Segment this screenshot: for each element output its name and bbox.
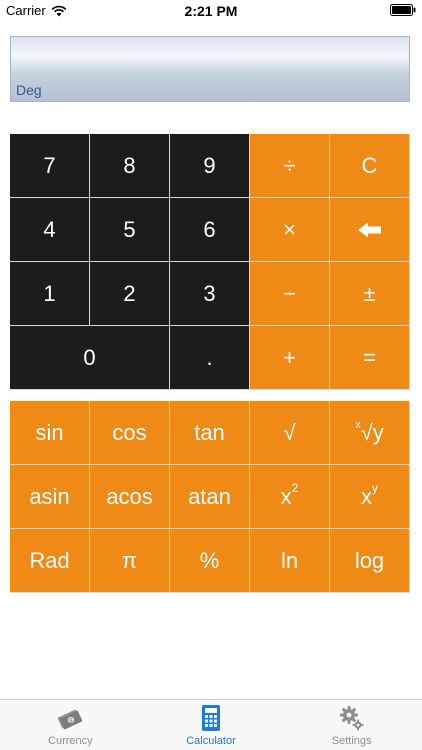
key-equals[interactable]: =: [330, 326, 410, 390]
key-atan[interactable]: atan: [170, 465, 250, 529]
key-clear[interactable]: C: [330, 134, 410, 198]
scientific-keypad: sin cos tan √ x √ y asin acos atan x2 xy R…: [10, 401, 412, 593]
key-ln[interactable]: ln: [250, 529, 330, 593]
key-5[interactable]: 5: [90, 198, 170, 262]
key-decimal[interactable]: .: [170, 326, 250, 390]
battery-full-icon: [390, 4, 416, 16]
key-3[interactable]: 3: [170, 262, 250, 326]
tab-calculator-label: Calculator: [186, 735, 236, 747]
square-base: x: [280, 483, 292, 509]
svg-text:$: $: [69, 717, 73, 724]
key-acos[interactable]: acos: [90, 465, 170, 529]
power-base: x: [361, 483, 372, 509]
key-multiply[interactable]: ×: [250, 198, 330, 262]
tab-settings-label: Settings: [331, 735, 372, 747]
tab-calculator[interactable]: Calculator: [141, 700, 282, 750]
currency-money-icon: $: [58, 709, 83, 730]
nth-root-index: x: [355, 418, 361, 431]
key-6[interactable]: 6: [170, 198, 250, 262]
key-log[interactable]: log: [330, 529, 410, 593]
key-rad-toggle[interactable]: Rad: [10, 529, 90, 593]
key-1[interactable]: 1: [10, 262, 90, 326]
power-exponent: y: [372, 480, 378, 495]
status-bar: Carrier 2:21 PM: [0, 0, 422, 22]
key-plus-minus[interactable]: ±: [330, 262, 410, 326]
key-9[interactable]: 9: [170, 134, 250, 198]
key-percent[interactable]: %: [170, 529, 250, 593]
gear-icon: [339, 706, 364, 731]
key-power[interactable]: xy: [330, 465, 410, 529]
key-4[interactable]: 4: [10, 198, 90, 262]
key-pi[interactable]: π: [90, 529, 170, 593]
status-time: 2:21 PM: [184, 3, 238, 19]
main-keypad: 7 8 9 ÷ C 4 5 6 × 1 2 3 − ± 0 . + =: [10, 134, 412, 390]
calculator-icon: [202, 705, 220, 731]
key-0[interactable]: 0: [10, 326, 170, 390]
key-8[interactable]: 8: [90, 134, 170, 198]
angle-mode-indicator: Deg: [16, 82, 42, 98]
tab-currency[interactable]: $ Currency: [0, 700, 141, 750]
key-square[interactable]: x2: [250, 465, 330, 529]
key-divide[interactable]: ÷: [250, 134, 330, 198]
tab-bar: $ Currency Calculator Settings: [0, 699, 422, 750]
key-tan[interactable]: tan: [170, 401, 250, 465]
calculator-display: Deg: [10, 36, 410, 102]
key-sin[interactable]: sin: [10, 401, 90, 465]
key-backspace[interactable]: [330, 198, 410, 262]
key-2[interactable]: 2: [90, 262, 170, 326]
key-nth-root[interactable]: x √ y: [330, 401, 410, 465]
key-add[interactable]: +: [250, 326, 330, 390]
key-cos[interactable]: cos: [90, 401, 170, 465]
root-sign: √: [360, 419, 373, 445]
key-subtract[interactable]: −: [250, 262, 330, 326]
backspace-arrow-icon: [357, 222, 381, 237]
square-exponent: 2: [291, 480, 299, 495]
nth-root-radicand: y: [372, 419, 384, 445]
key-asin[interactable]: asin: [10, 465, 90, 529]
tab-currency-label: Currency: [48, 735, 93, 747]
key-square-root[interactable]: √: [250, 401, 330, 465]
key-7[interactable]: 7: [10, 134, 90, 198]
tab-settings[interactable]: Settings: [281, 700, 422, 750]
